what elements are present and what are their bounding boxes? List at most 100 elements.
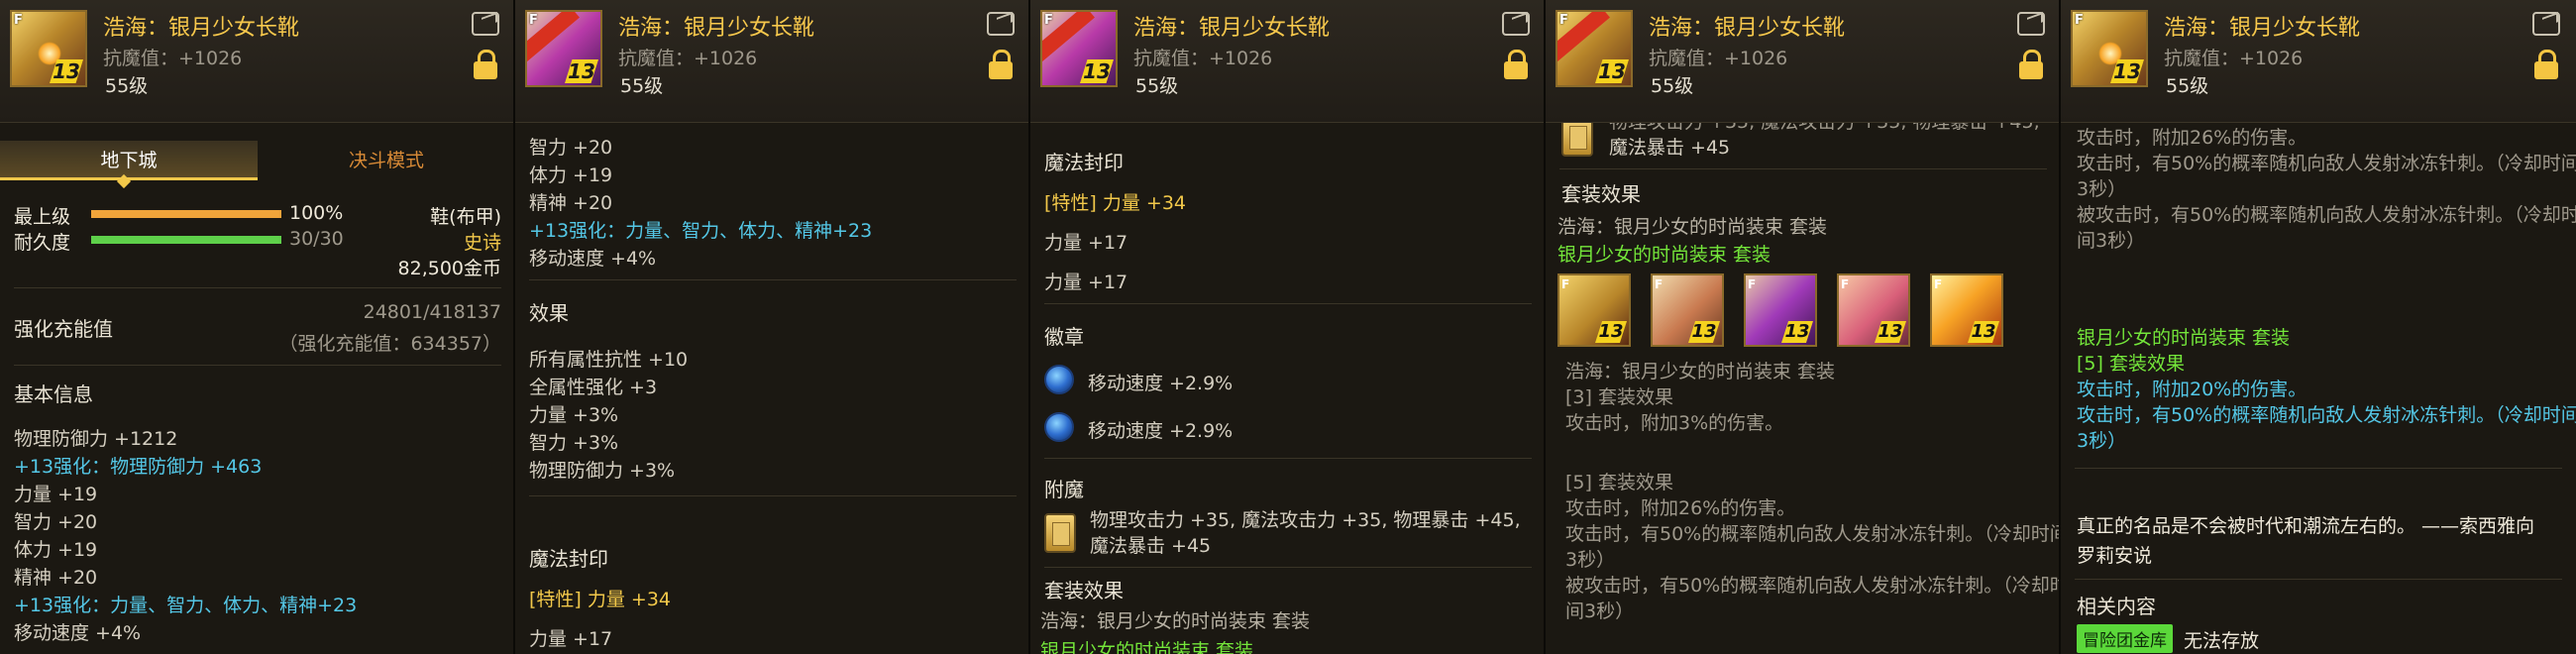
stat-line: +13强化：力量、智力、体力、精神+23 bbox=[14, 595, 358, 616]
stat-line: 智力 +20 bbox=[529, 137, 613, 159]
tooltip-panel-5: 攻击时，附加26%的伤害。 攻击时，有50%的概率随机向敌人发射冰冻针刺。（冷却… bbox=[2061, 0, 2576, 654]
lock-icon[interactable] bbox=[2019, 50, 2043, 79]
set-name-active: 银月少女的时尚装束 套装 bbox=[2077, 327, 2291, 349]
effect-title: 效果 bbox=[529, 301, 569, 325]
item-boots-icon[interactable]: F 13 bbox=[1556, 10, 1633, 87]
flavor-text: 真正的名品是不会被时代和潮流左右的。 ——索西雅向 bbox=[2077, 515, 2535, 537]
emblem-line: 移动速度 +2.9% bbox=[1088, 420, 1234, 442]
item-boots-icon[interactable]: F 13 bbox=[10, 10, 87, 87]
max-grade-percent: 100% bbox=[289, 202, 344, 224]
item-name: 浩海：银月少女长靴 bbox=[103, 16, 300, 41]
divider bbox=[529, 495, 1017, 496]
item-header: F 13 浩海：银月少女长靴 抗魔值：+1026 55级 bbox=[1546, 0, 2059, 123]
item-name: 浩海：银月少女长靴 bbox=[618, 16, 815, 41]
set5-line: 间3秒） bbox=[1565, 600, 1635, 622]
tab-dungeon[interactable]: 地下城 bbox=[0, 141, 258, 180]
set5-active-label: [5] 套装效果 bbox=[2077, 353, 2185, 375]
tab-pvp[interactable]: 决斗模式 bbox=[258, 141, 513, 180]
flavor-text: 罗莉安说 bbox=[2077, 545, 2153, 567]
item-magic-resist: 抗魔值：+1026 bbox=[1133, 48, 1273, 69]
set-name: 浩海：银月少女的时尚装束 套装 bbox=[1557, 216, 1828, 238]
divider bbox=[14, 287, 501, 288]
max-grade-bar bbox=[91, 210, 281, 218]
durability-fill bbox=[91, 236, 281, 244]
item-magic-resist: 抗魔值：+1026 bbox=[618, 48, 758, 69]
divider bbox=[2075, 468, 2562, 469]
item-level: 55级 bbox=[1651, 75, 1694, 97]
item-level: 55级 bbox=[2166, 75, 2209, 97]
rarity-label: 史诗 bbox=[463, 232, 501, 254]
set5-effect: 攻击时，附加26%的伤害。 bbox=[1565, 497, 1796, 519]
item-magic-resist: 抗魔值：+1026 bbox=[2164, 48, 2304, 69]
effect-line: 物理防御力 +3% bbox=[529, 460, 676, 482]
item-boots-icon[interactable]: F 13 bbox=[525, 10, 602, 87]
stat-line: +13强化：力量、智力、体力、精神+23 bbox=[529, 220, 873, 242]
share-icon[interactable] bbox=[987, 12, 1015, 36]
divider bbox=[1044, 567, 1532, 568]
emblem-line: 移动速度 +2.9% bbox=[1088, 373, 1234, 394]
lock-icon[interactable] bbox=[989, 50, 1013, 79]
share-icon[interactable] bbox=[2017, 12, 2045, 36]
lock-icon[interactable] bbox=[1504, 50, 1528, 79]
max-grade-fill bbox=[91, 210, 281, 218]
set-piece-boots-icon[interactable]: F 13 bbox=[1744, 273, 1817, 347]
set-line: 3秒） bbox=[2077, 178, 2127, 200]
set-active-effect: 3秒） bbox=[2077, 430, 2127, 452]
sell-price: 82,500金币 bbox=[397, 258, 501, 279]
mode-tabs: 地下城 决斗模式 bbox=[0, 141, 513, 180]
set-piece-belt-icon[interactable]: F 13 bbox=[1837, 273, 1910, 347]
stat-line: 物理防御力 +1212 bbox=[14, 428, 178, 450]
seal-title: 魔法封印 bbox=[1044, 151, 1124, 174]
effect-line: 智力 +3% bbox=[529, 432, 619, 454]
lock-icon[interactable] bbox=[474, 50, 497, 79]
set-piece-top-icon[interactable]: F 13 bbox=[1557, 273, 1631, 347]
item-name: 浩海：银月少女长靴 bbox=[1133, 16, 1331, 41]
item-boots-icon[interactable]: F 13 bbox=[2071, 10, 2148, 87]
seal-line: 力量 +17 bbox=[1044, 272, 1128, 293]
set-active-effect: 攻击时，有50%的概率随机向敌人发射冰冻针刺。（冷却时间 bbox=[2077, 404, 2576, 426]
tooltip-strip: F 13 浩海：银月少女长靴 抗魔值：+1026 55级 地下城 决斗模式 最上… bbox=[0, 0, 2576, 654]
set-piece-pants-icon[interactable]: F 13 bbox=[1651, 273, 1724, 347]
share-icon[interactable] bbox=[472, 12, 499, 36]
divider bbox=[1044, 303, 1532, 304]
seal-trait: [特性] 力量 +34 bbox=[529, 589, 672, 610]
set-piece-shoulder-icon[interactable]: F 13 bbox=[1930, 273, 2003, 347]
set-effect-title: 套装效果 bbox=[1044, 579, 1124, 602]
set-line: 间3秒） bbox=[2077, 230, 2146, 252]
share-icon[interactable] bbox=[2532, 12, 2560, 36]
emblem-icon[interactable] bbox=[1044, 412, 1074, 442]
durability-bar bbox=[91, 236, 281, 244]
charge-value: 24801/418137 bbox=[363, 301, 501, 323]
item-boots-icon[interactable]: F 13 bbox=[1040, 10, 1118, 87]
item-header: F 13 浩海：银月少女长靴 抗魔值：+1026 55级 bbox=[1030, 0, 1544, 123]
item-level: 55级 bbox=[1135, 75, 1179, 97]
set5-line: 攻击时，有50%的概率随机向敌人发射冰冻针刺。（冷却时间 bbox=[1565, 523, 2061, 545]
divider bbox=[14, 365, 501, 366]
set-name-active: 银月少女的时尚装束 套装 bbox=[1557, 244, 1771, 266]
storage-tag: 冒险团金库 bbox=[2077, 624, 2173, 653]
set3-effect: 攻击时，附加3%的伤害。 bbox=[1565, 412, 1784, 434]
stat-line: 移动速度 +4% bbox=[529, 248, 657, 270]
lock-icon[interactable] bbox=[2534, 50, 2558, 79]
tooltip-panel-4: 物理攻击力 +35, 魔法攻击力 +35, 物理暴击 +45, 魔法暴击 +45… bbox=[1546, 0, 2061, 654]
stat-line: 体力 +19 bbox=[14, 539, 98, 561]
enchant-card-icon[interactable] bbox=[1561, 117, 1593, 157]
divider bbox=[1044, 458, 1532, 459]
storage-note: 无法存放 bbox=[2184, 630, 2260, 652]
charge-label: 强化充能值 bbox=[14, 317, 113, 341]
emblem-icon[interactable] bbox=[1044, 365, 1074, 394]
set3-label: [3] 套装效果 bbox=[1565, 386, 1673, 408]
divider bbox=[529, 279, 1017, 280]
enchant-card-icon[interactable] bbox=[1044, 513, 1076, 553]
max-grade-label: 最上级 bbox=[14, 206, 71, 228]
durability-label: 耐久度 bbox=[14, 232, 71, 254]
effect-line: 全属性强化 +3 bbox=[529, 377, 658, 398]
item-header: F 13 浩海：银月少女长靴 抗魔值：+1026 55级 bbox=[2061, 0, 2576, 123]
seal-title: 魔法封印 bbox=[529, 547, 608, 571]
seal-line: 力量 +17 bbox=[529, 628, 613, 650]
divider bbox=[1559, 168, 2047, 169]
share-icon[interactable] bbox=[1502, 12, 1530, 36]
tooltip-panel-3: F 13 浩海：银月少女长靴 抗魔值：+1026 55级 魔法封印 [特性] 力… bbox=[1030, 0, 1546, 654]
set-line: 攻击时，附加26%的伤害。 bbox=[2077, 127, 2308, 149]
basic-info-title: 基本信息 bbox=[14, 382, 93, 406]
